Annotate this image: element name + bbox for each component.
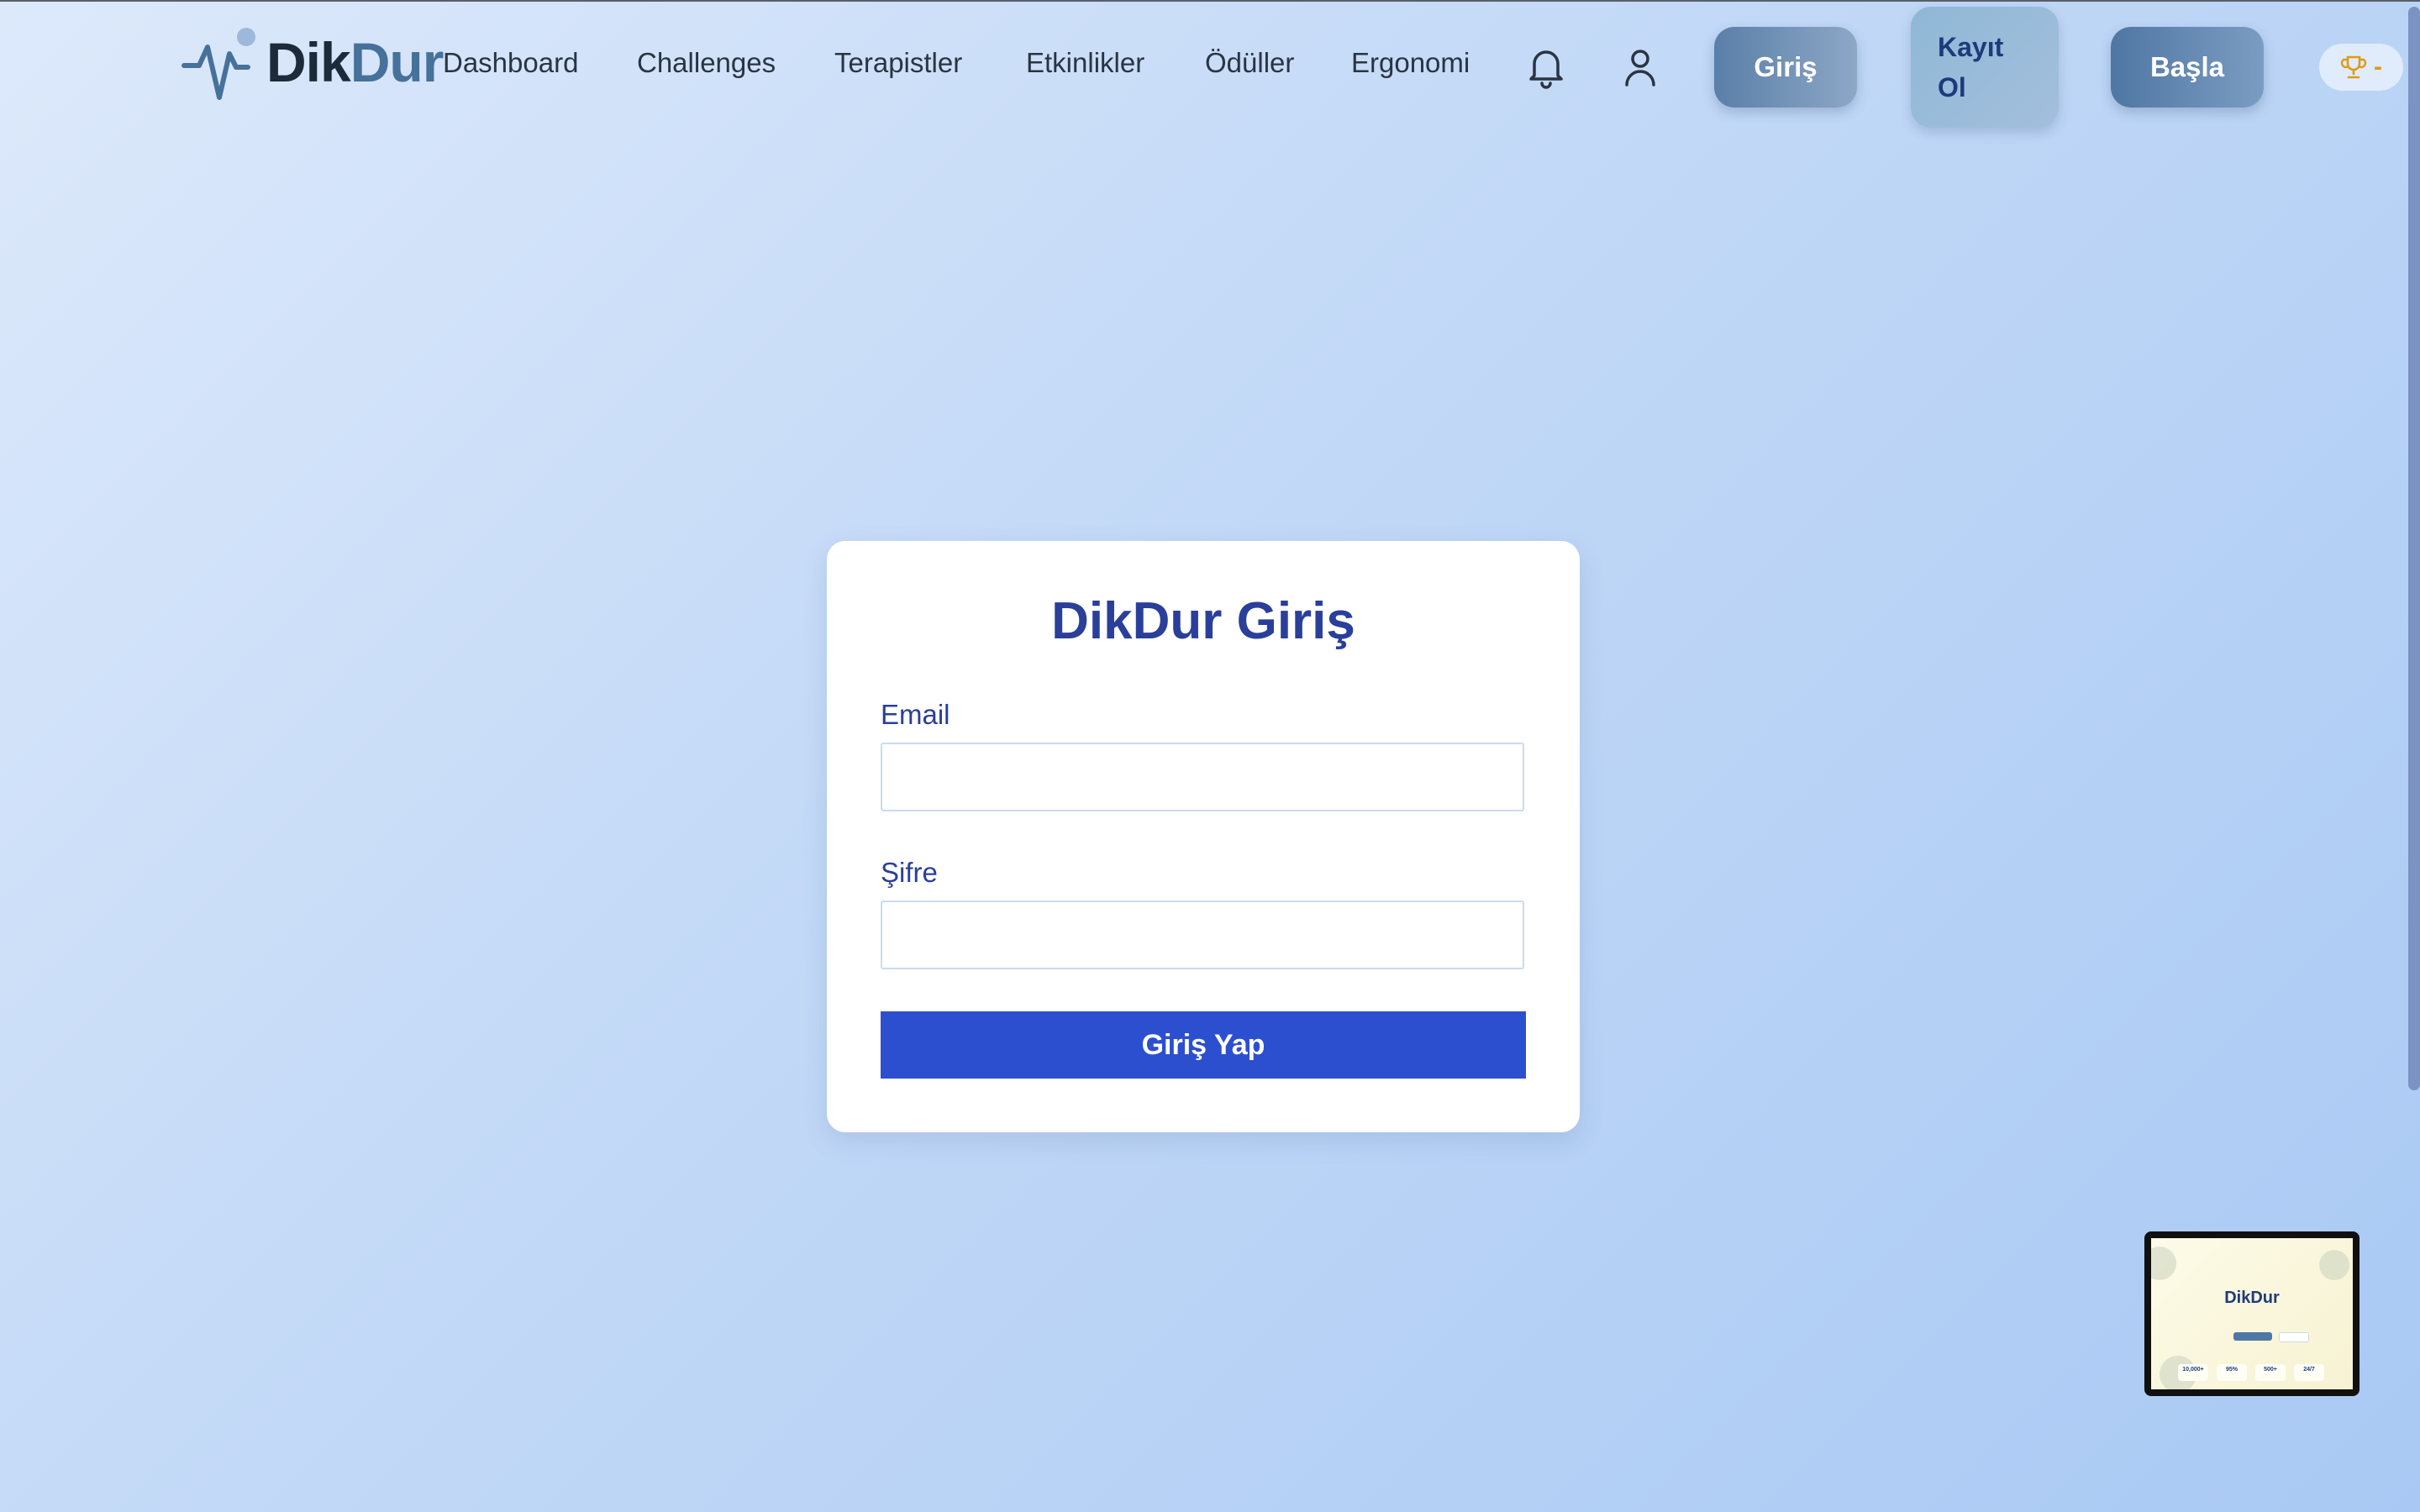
nav-oduller[interactable]: Ödüller — [1205, 47, 1294, 79]
nav-terapistler[interactable]: Terapistler — [834, 47, 962, 79]
preview-buttons — [2233, 1332, 2314, 1342]
logo-text-dik: Dik — [266, 31, 351, 93]
notifications-button[interactable] — [1521, 42, 1571, 92]
start-button[interactable]: Başla — [2111, 27, 2264, 108]
email-field[interactable] — [881, 743, 1524, 811]
page-preview-thumbnail[interactable]: DikDur 10,000+ 95% 500+ 24/7 — [2144, 1231, 2360, 1396]
preview-secondary-button — [2279, 1332, 2309, 1342]
logo-text-dur: Dur — [350, 31, 445, 93]
user-icon — [1625, 50, 1655, 87]
login-submit-button[interactable]: Giriş Yap — [881, 1011, 1526, 1079]
preview-stat: 95% — [2217, 1364, 2247, 1381]
nav-dashboard[interactable]: Dashboard — [443, 47, 578, 79]
page-scrollbar[interactable] — [2408, 7, 2420, 1090]
trophy-icon — [2340, 55, 2367, 79]
preview-stat: 500+ — [2255, 1364, 2286, 1381]
preview-primary-button — [2233, 1332, 2272, 1341]
trophy-points-value: - — [2374, 53, 2382, 81]
preview-blob — [2319, 1250, 2349, 1280]
register-button-label: Kayıt Ol — [1938, 32, 2004, 102]
preview-screen: DikDur 10,000+ 95% 500+ 24/7 — [2151, 1238, 2353, 1389]
register-button[interactable]: Kayıt Ol — [1911, 7, 2059, 128]
nav-ergonomi[interactable]: Ergonomi — [1351, 47, 1470, 79]
login-card: DikDur Giriş Email Şifre Giriş Yap — [827, 541, 1580, 1132]
preview-stat: 24/7 — [2294, 1364, 2324, 1381]
logo-wordmark: DikDur — [266, 30, 445, 94]
preview-title: DikDur — [2224, 1289, 2280, 1307]
preview-blob — [2151, 1247, 2176, 1280]
bell-icon — [1529, 50, 1563, 89]
login-button[interactable]: Giriş — [1714, 27, 1857, 108]
preview-stats: 10,000+ 95% 500+ 24/7 — [2178, 1364, 2346, 1383]
profile-button[interactable] — [1615, 42, 1665, 92]
pulse-logo-icon — [182, 28, 255, 100]
preview-stat: 10,000+ — [2178, 1364, 2208, 1381]
trophy-points-badge[interactable]: - — [2319, 44, 2403, 91]
email-label: Email — [881, 699, 950, 730]
dikdur-logo[interactable]: DikDur — [181, 25, 445, 109]
nav-challenges[interactable]: Challenges — [637, 47, 776, 79]
login-card-title: DikDur Giriş — [1051, 592, 1355, 650]
window-top-border — [0, 0, 2420, 2]
password-field[interactable] — [881, 900, 1524, 969]
password-label: Şifre — [881, 857, 938, 888]
nav-etkinlikler[interactable]: Etkinlikler — [1026, 47, 1144, 79]
